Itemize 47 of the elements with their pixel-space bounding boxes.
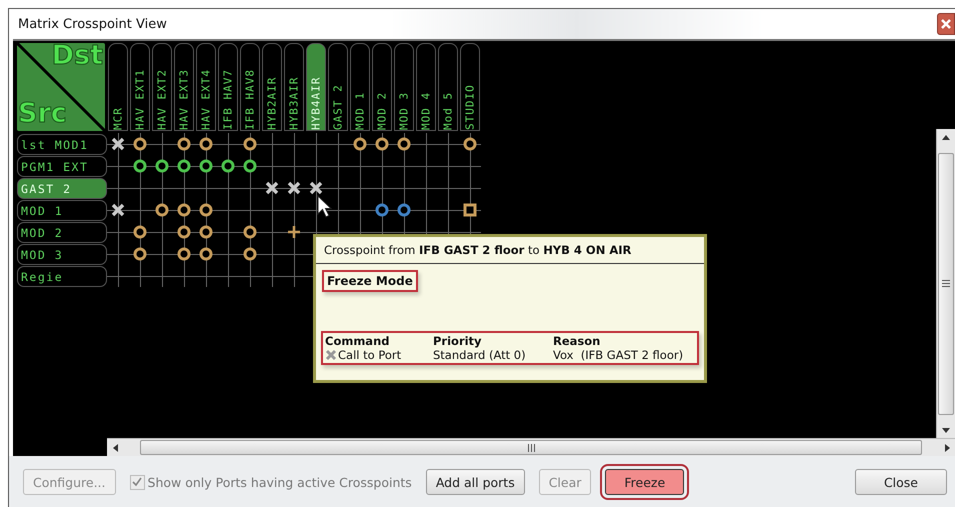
scroll-down-icon[interactable] (942, 428, 950, 432)
column-header[interactable]: IFB HAV8 (240, 43, 260, 131)
close-button[interactable] (937, 13, 955, 35)
checkmark-icon (132, 477, 142, 487)
row-header[interactable]: GAST 2 (17, 178, 107, 199)
column-header[interactable]: HAV EXT1 (130, 43, 150, 131)
mode-label: Freeze Mode (322, 270, 418, 292)
column-header[interactable]: GAST 2 (328, 43, 348, 131)
column-header[interactable]: MOD 2 (372, 43, 392, 131)
column-heading: Reason (553, 334, 602, 348)
scroll-thumb[interactable] (938, 152, 954, 414)
close-icon (941, 19, 951, 29)
horizontal-scrollbar[interactable] (107, 438, 955, 456)
table-cell: Call to Port (338, 348, 402, 362)
table-cell-text: Vox (IFB GAST 2 floor) (553, 348, 684, 362)
window-title: Matrix Crosspoint View (18, 16, 167, 32)
table-cell-text: Standard (Att 0) (433, 348, 527, 362)
scroll-thumb[interactable] (140, 440, 922, 455)
action-button[interactable]: Add all ports (426, 469, 525, 495)
cross-icon (325, 349, 337, 361)
column-header[interactable]: STUDIO (460, 43, 480, 131)
column-header[interactable]: MOD 1 (350, 43, 370, 131)
action-button[interactable]: Close (854, 469, 947, 495)
column-header[interactable]: HAV EXT4 (196, 43, 216, 131)
source-label: Src (18, 98, 67, 129)
column-header[interactable]: Mod 5 (438, 43, 458, 131)
column-header[interactable]: MOD 3 (394, 43, 414, 131)
grip-icon (942, 280, 950, 287)
column-header[interactable]: IFB HAV7 (218, 43, 238, 131)
destination-label: Dst (52, 40, 103, 71)
column-header[interactable]: HYB4AIR (306, 43, 326, 131)
column-header[interactable]: HAV EXT3 (174, 43, 194, 131)
mouse-pointer-icon (317, 195, 333, 219)
column-header[interactable]: MCR (108, 43, 128, 131)
column-header[interactable]: MOD 4 (416, 43, 436, 131)
scroll-up-icon[interactable] (942, 134, 950, 140)
vertical-scrollbar[interactable] (936, 129, 955, 438)
column-header[interactable]: HYB2AIR (262, 43, 282, 131)
grip-icon (528, 444, 534, 452)
scroll-right-icon[interactable] (944, 444, 950, 452)
scroll-left-icon[interactable] (112, 444, 118, 452)
column-header[interactable]: HYB3AIR (284, 43, 304, 131)
column-heading: Command (325, 334, 390, 348)
tooltip-title: Crosspoint from IFB GAST 2 floor to HYB 4 ON AIR (316, 237, 704, 264)
checkbox-label: Show only Ports having active Crosspoints (148, 474, 412, 490)
column-header[interactable]: HAV EXT2 (152, 43, 172, 131)
column-heading: Priority (433, 334, 483, 348)
